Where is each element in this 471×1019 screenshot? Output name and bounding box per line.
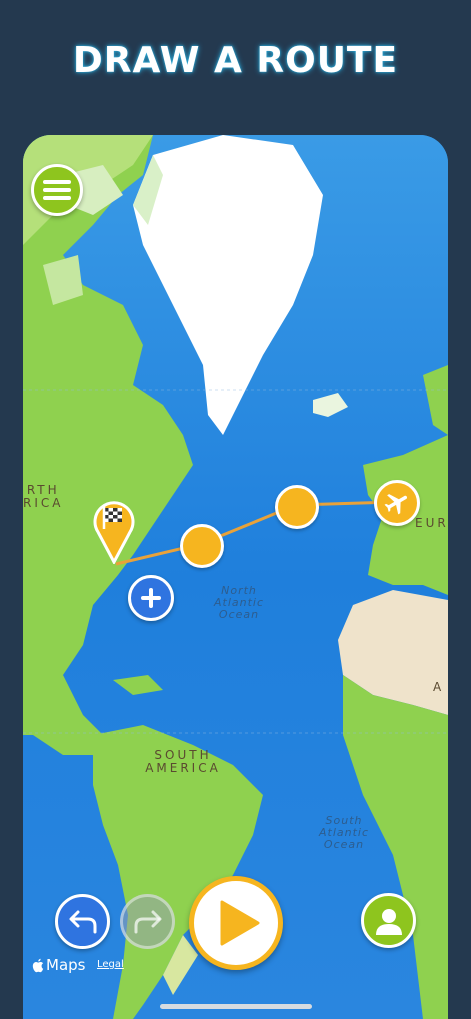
undo-arrow-icon xyxy=(69,910,96,933)
redo-arrow-icon xyxy=(134,910,161,933)
legal-link[interactable]: Legal xyxy=(97,959,124,970)
maps-label: Maps xyxy=(46,956,86,974)
africa-label: A xyxy=(433,680,445,694)
menu-button[interactable] xyxy=(31,164,83,216)
north-atlantic-label-line3: Ocean xyxy=(218,608,260,622)
end-marker[interactable] xyxy=(374,480,420,526)
hamburger-menu-icon xyxy=(43,180,71,200)
apple-logo-icon xyxy=(32,958,44,972)
start-marker[interactable] xyxy=(92,496,136,566)
profile-button[interactable] xyxy=(361,893,416,948)
route-waypoint[interactable] xyxy=(275,485,319,529)
south-atlantic-label-line3: Ocean xyxy=(323,838,365,852)
home-indicator[interactable] xyxy=(160,1004,312,1009)
europe-label: EUR xyxy=(415,516,448,530)
north-atlantic-label: North Atlantic Ocean xyxy=(213,584,265,622)
north-america-label-line2: RICA xyxy=(23,496,64,511)
user-profile-icon xyxy=(375,908,402,935)
checkered-flag-icon xyxy=(93,501,135,566)
airplane-icon xyxy=(384,494,408,515)
undo-button[interactable] xyxy=(55,894,110,949)
south-america-label: SOUTH AMERICA xyxy=(133,748,233,776)
redo-button[interactable] xyxy=(120,894,175,949)
north-america-label: RTH RICA xyxy=(23,483,64,511)
south-atlantic-label: South Atlantic Ocean xyxy=(318,814,370,852)
plus-icon xyxy=(141,588,161,608)
apple-maps-attribution: Maps xyxy=(31,956,85,974)
page-title: DRAW A ROUTE xyxy=(72,40,399,81)
play-icon xyxy=(220,900,260,946)
route-waypoint[interactable] xyxy=(180,524,224,568)
south-america-label-line2: AMERICA xyxy=(145,761,221,776)
add-waypoint-button[interactable] xyxy=(128,575,174,621)
play-button[interactable] xyxy=(189,876,283,970)
